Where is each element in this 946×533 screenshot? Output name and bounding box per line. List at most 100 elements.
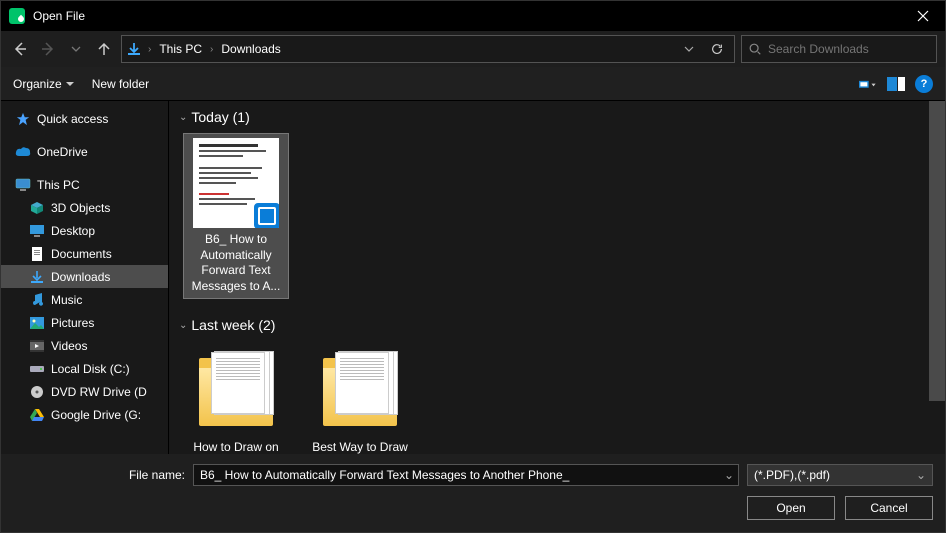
filetype-label: (*.PDF),(*.pdf)	[754, 468, 830, 482]
music-icon	[29, 292, 45, 308]
downloads-location-icon	[126, 41, 142, 57]
chevron-down-icon	[684, 44, 694, 54]
cancel-button[interactable]: Cancel	[845, 496, 933, 520]
videos-icon	[29, 338, 45, 354]
search-box[interactable]	[741, 35, 937, 63]
scrollbar[interactable]	[929, 101, 945, 454]
file-item-selected[interactable]: B6_ How to Automatically Forward Text Me…	[183, 133, 289, 299]
up-button[interactable]	[93, 38, 115, 60]
file-item[interactable]: Best Way to Draw on PDF - Quick	[307, 341, 413, 454]
sidebar-item-label: Quick access	[37, 112, 108, 126]
chevron-down-icon	[71, 44, 81, 54]
folder-thumbnail	[193, 346, 279, 436]
sidebar-item-label: 3D Objects	[51, 201, 110, 215]
close-icon	[917, 10, 929, 22]
open-file-dialog: Open File › This PC › Downloads	[0, 0, 946, 533]
help-button[interactable]: ?	[915, 75, 933, 93]
view-mode-button[interactable]	[859, 77, 877, 91]
sidebar-item-label: DVD RW Drive (D	[51, 385, 147, 399]
document-icon	[29, 246, 45, 262]
file-label: Best Way to Draw on PDF - Quick	[305, 440, 415, 454]
group-today-header[interactable]: ⌄ Today (1)	[175, 105, 939, 133]
sidebar-item-label: Google Drive (G:	[51, 408, 141, 422]
sidebar-item-local-disk[interactable]: Local Disk (C:)	[1, 357, 168, 380]
sidebar-onedrive[interactable]: OneDrive	[1, 140, 168, 163]
new-folder-label: New folder	[92, 77, 149, 91]
filetype-select[interactable]: (*.PDF),(*.pdf) ⌄	[747, 464, 933, 486]
sidebar-item-pictures[interactable]: Pictures	[1, 311, 168, 334]
sidebar-item-label: Pictures	[51, 316, 94, 330]
sidebar-item-videos[interactable]: Videos	[1, 334, 168, 357]
pdf-badge-icon	[254, 203, 279, 228]
file-item[interactable]: How to Draw on PDF Document	[183, 341, 289, 454]
monitor-icon	[15, 177, 31, 193]
downloads-icon	[29, 269, 45, 285]
search-input[interactable]	[768, 42, 930, 56]
filename-input[interactable]	[194, 468, 720, 482]
chevron-down-icon: ⌄	[179, 112, 187, 123]
sidebar-thispc[interactable]: This PC	[1, 173, 168, 196]
refresh-button[interactable]	[710, 42, 730, 56]
sidebar-item-label: Documents	[51, 247, 112, 261]
breadcrumb-thispc[interactable]: This PC	[157, 42, 204, 56]
close-button[interactable]	[900, 1, 945, 31]
new-folder-button[interactable]: New folder	[92, 77, 149, 91]
cube-icon	[29, 200, 45, 216]
drive-icon	[29, 361, 45, 377]
back-button[interactable]	[9, 38, 31, 60]
breadcrumb-downloads[interactable]: Downloads	[219, 42, 282, 56]
filename-combobox[interactable]: ⌄	[193, 464, 739, 486]
sidebar-item-documents[interactable]: Documents	[1, 242, 168, 265]
sidebar: Quick access OneDrive This PC 3D Objects	[1, 101, 169, 454]
back-arrow-icon	[12, 41, 28, 57]
address-dropdown[interactable]	[684, 44, 704, 54]
google-drive-icon	[29, 407, 45, 423]
filename-label: File name:	[13, 468, 185, 482]
folder-thumbnail	[317, 346, 403, 436]
window-title: Open File	[33, 9, 85, 23]
chevron-down-icon: ⌄	[916, 468, 926, 482]
desktop-icon	[29, 223, 45, 239]
sidebar-item-google-drive[interactable]: Google Drive (G:	[1, 403, 168, 426]
search-icon	[748, 42, 762, 56]
sidebar-item-label: Desktop	[51, 224, 95, 238]
file-label: B6_ How to Automatically Forward Text Me…	[181, 232, 291, 294]
up-arrow-icon	[96, 41, 112, 57]
sidebar-item-label: This PC	[37, 178, 80, 192]
sidebar-item-downloads[interactable]: Downloads	[1, 265, 168, 288]
chevron-down-icon	[66, 80, 74, 88]
secondary-toolbar: Organize New folder ?	[1, 67, 945, 101]
dialog-footer: File name: ⌄ (*.PDF),(*.pdf) ⌄ Open Canc…	[1, 454, 945, 532]
forward-button[interactable]	[37, 38, 59, 60]
sidebar-item-label: Videos	[51, 339, 87, 353]
sidebar-item-desktop[interactable]: Desktop	[1, 219, 168, 242]
sidebar-item-3d-objects[interactable]: 3D Objects	[1, 196, 168, 219]
open-button[interactable]: Open	[747, 496, 835, 520]
preview-pane-icon	[887, 77, 905, 91]
preview-pane-button[interactable]	[887, 77, 905, 91]
sidebar-item-label: OneDrive	[37, 145, 88, 159]
nav-row: › This PC › Downloads	[1, 31, 945, 67]
star-icon	[15, 111, 31, 127]
organize-button[interactable]: Organize	[13, 77, 74, 91]
group-label: Today (1)	[191, 109, 249, 125]
sidebar-item-label: Downloads	[51, 270, 110, 284]
disc-icon	[29, 384, 45, 400]
sidebar-item-label: Music	[51, 293, 82, 307]
sidebar-quick-access[interactable]: Quick access	[1, 107, 168, 130]
chevron-right-icon: ›	[210, 44, 213, 55]
view-mode-icon	[859, 77, 877, 93]
chevron-right-icon: ›	[148, 44, 151, 55]
refresh-icon	[710, 42, 724, 56]
chevron-down-icon[interactable]: ⌄	[720, 468, 738, 482]
group-lastweek-header[interactable]: ⌄ Last week (2)	[175, 313, 939, 341]
sidebar-item-label: Local Disk (C:)	[51, 362, 130, 376]
cloud-icon	[15, 144, 31, 160]
file-list: ⌄ Today (1) B6_ How to Automatica	[169, 101, 945, 454]
forward-arrow-icon	[40, 41, 56, 57]
sidebar-item-music[interactable]: Music	[1, 288, 168, 311]
address-bar[interactable]: › This PC › Downloads	[121, 35, 735, 63]
sidebar-item-dvd-drive[interactable]: DVD RW Drive (D	[1, 380, 168, 403]
recent-dropdown[interactable]	[65, 38, 87, 60]
scrollbar-thumb[interactable]	[929, 101, 945, 401]
